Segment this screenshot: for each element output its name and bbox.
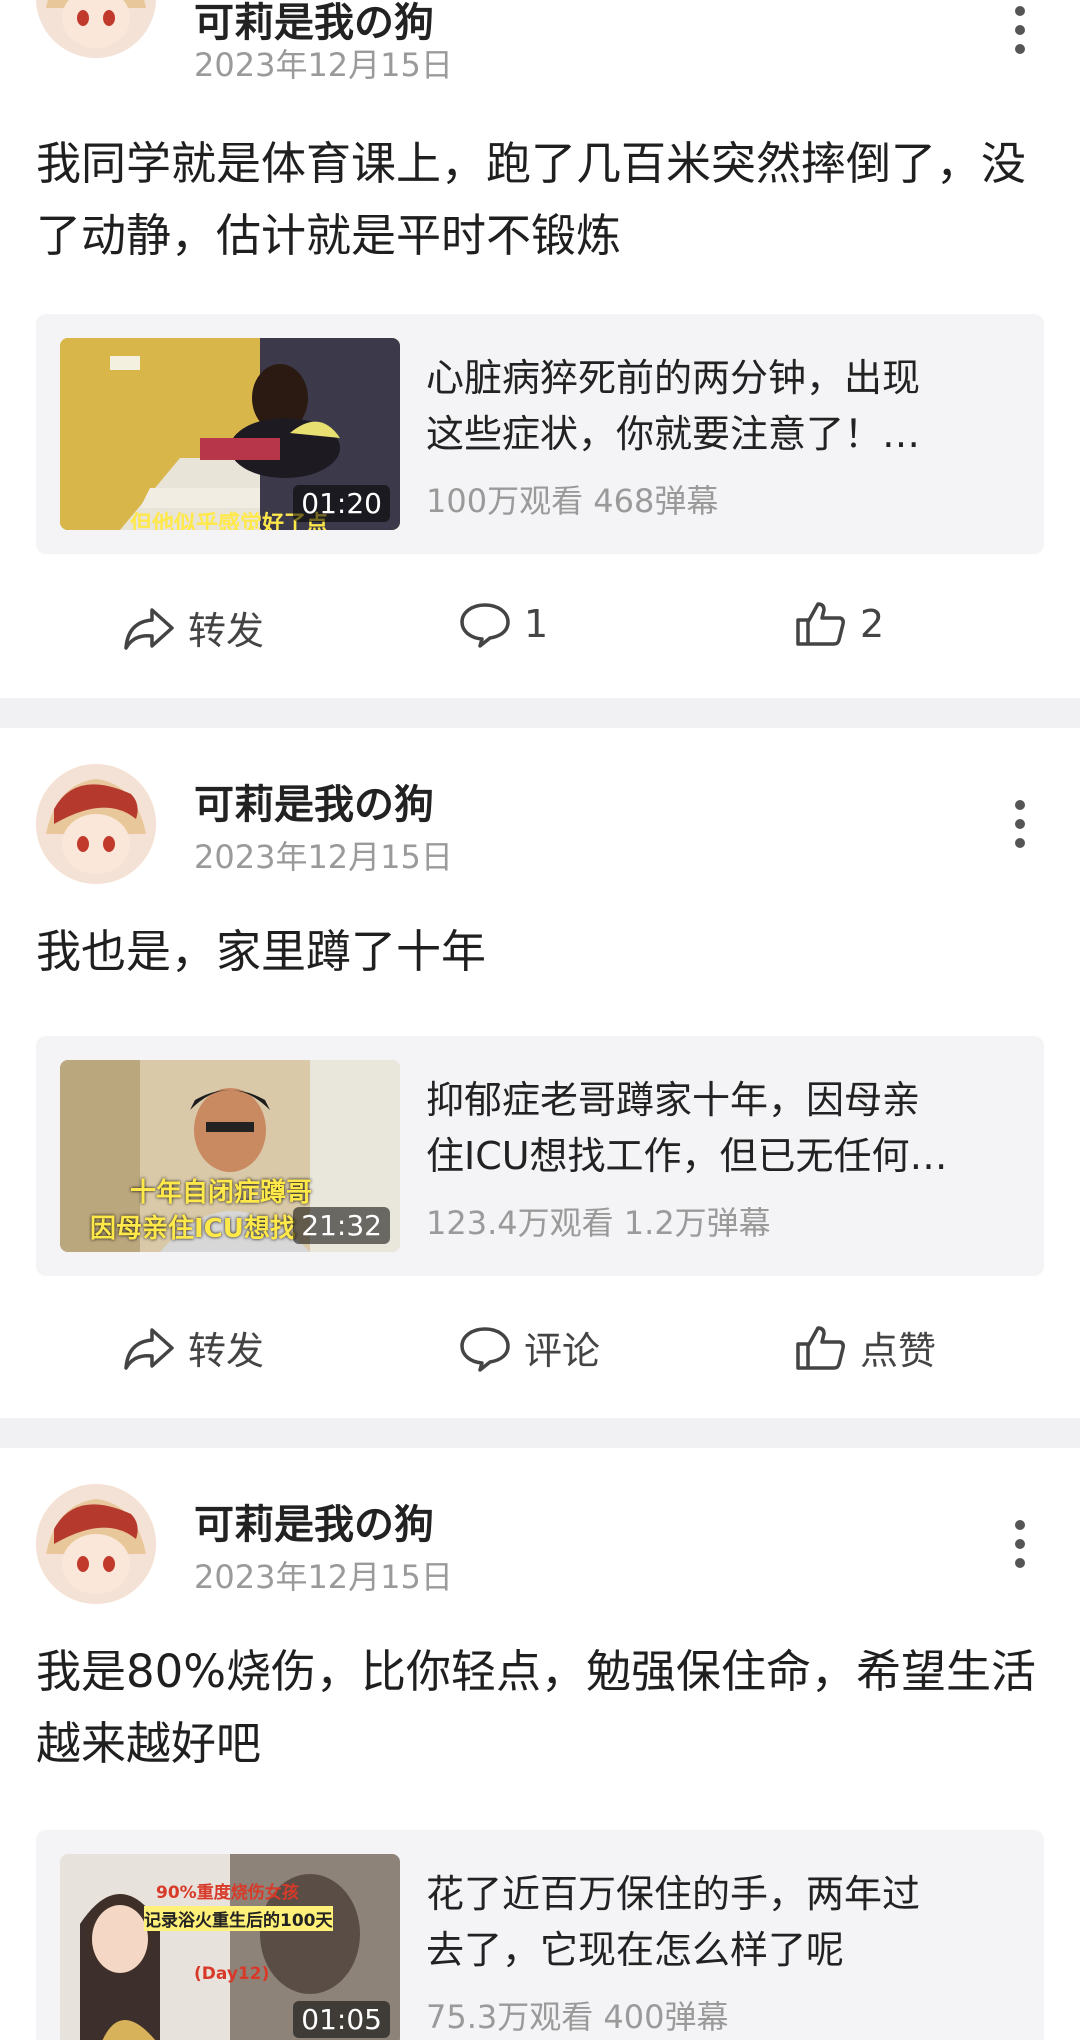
more-options-icon[interactable] xyxy=(1000,1520,1040,1568)
post-card: 可莉是我の狗 2023年12月15日 我同学就是体育课上，跑了几百米突然摔倒了，… xyxy=(0,0,1080,698)
video-card[interactable]: 十年自闭症蹲哥 因母亲住ICU想找 21:32 抑郁症老哥蹲家十年，因母亲 住I… xyxy=(36,1036,1044,1276)
like-label: 点赞 xyxy=(860,1329,937,1373)
video-title-line: 花了近百万保住的手，两年过 xyxy=(426,1872,921,1916)
comment-icon xyxy=(460,603,510,648)
video-title-line: 这些症状，你就要注意了！… xyxy=(426,412,921,456)
post-date: 2023年12月15日 xyxy=(194,46,453,84)
video-duration: 21:32 xyxy=(293,1207,390,1244)
share-button[interactable]: 转发 xyxy=(122,600,264,655)
comment-icon xyxy=(460,1326,510,1372)
comment-button[interactable]: 1 xyxy=(458,600,548,648)
username[interactable]: 可莉是我の狗 xyxy=(194,1492,434,1550)
video-stats: 100万观看 468弹幕 xyxy=(426,482,719,520)
post-divider xyxy=(0,1418,1080,1448)
video-duration: 01:05 xyxy=(293,2001,390,2038)
video-thumbnail[interactable]: 十年自闭症蹲哥 因母亲住ICU想找 21:32 xyxy=(60,1060,400,1252)
comment-label: 评论 xyxy=(524,1329,601,1373)
post-divider xyxy=(0,698,1080,728)
video-title-line: 住ICU想找工作，但已无任何… xyxy=(426,1134,948,1178)
video-caption: 90%重度烧伤女孩 xyxy=(156,1883,299,1903)
post-text: 我也是，家里蹲了十年 xyxy=(36,925,487,978)
video-stats: 75.3万观看 400弹幕 xyxy=(426,1998,729,2036)
post-card: 可莉是我の狗 2023年12月15日 我是80%烧伤，比你轻点，勉强保住命，希望… xyxy=(0,1448,1080,2040)
like-button[interactable]: 2 xyxy=(794,600,884,648)
video-caption: 十年自闭症蹲哥 xyxy=(130,1178,313,1208)
video-caption: (Day12) xyxy=(194,1964,270,1984)
like-count: 2 xyxy=(860,602,885,646)
post-date: 2023年12月15日 xyxy=(194,838,453,876)
share-icon xyxy=(124,1327,174,1370)
video-title[interactable]: 抑郁症老哥蹲家十年，因母亲 住ICU想找工作，但已无任何… xyxy=(426,1072,986,1184)
video-stats: 123.4万观看 1.2万弹幕 xyxy=(426,1204,771,1242)
video-card[interactable]: 90%重度烧伤女孩 记录浴火重生后的100天 (Day12) 01:05 花了近… xyxy=(36,1830,1044,2040)
video-caption: 记录浴火重生后的100天 xyxy=(144,1906,333,1931)
video-card[interactable]: 但他似乎感觉好了点 01:20 心脏病猝死前的两分钟，出现 这些症状，你就要注意… xyxy=(36,314,1044,554)
more-options-icon[interactable] xyxy=(1000,6,1040,54)
thumbs-up-icon xyxy=(796,602,845,646)
post-card: 可莉是我の狗 2023年12月15日 我也是，家里蹲了十年 十年自闭症蹲哥 因母… xyxy=(0,728,1080,1418)
video-title-line: 去了，它现在怎么样了呢 xyxy=(426,1928,845,1972)
post-text: 我同学就是体育课上，跑了几百米突然摔倒了，没了动静，估计就是平时不锻炼 xyxy=(36,137,1027,262)
video-thumbnail[interactable]: 但他似乎感觉好了点 01:20 xyxy=(60,338,400,530)
video-duration: 01:20 xyxy=(293,485,390,522)
post-date: 2023年12月15日 xyxy=(194,1558,453,1596)
thumbs-up-icon xyxy=(796,1325,845,1370)
avatar[interactable] xyxy=(36,1484,156,1604)
comment-button[interactable]: 评论 xyxy=(458,1320,600,1375)
share-button[interactable]: 转发 xyxy=(122,1320,264,1375)
post-text: 我是80%烧伤，比你轻点，勉强保住命，希望生活越来越好吧 xyxy=(36,1645,1037,1770)
share-icon xyxy=(124,607,174,650)
video-title-line: 心脏病猝死前的两分钟，出现 xyxy=(426,356,921,400)
more-options-icon[interactable] xyxy=(1000,800,1040,848)
share-label: 转发 xyxy=(188,1329,265,1373)
video-title-line: 抑郁症老哥蹲家十年，因母亲 xyxy=(426,1078,921,1122)
username[interactable]: 可莉是我の狗 xyxy=(194,772,434,830)
video-title[interactable]: 心脏病猝死前的两分钟，出现 这些症状，你就要注意了！… xyxy=(426,350,986,462)
avatar[interactable] xyxy=(36,0,156,58)
share-label: 转发 xyxy=(188,609,265,653)
video-thumbnail[interactable]: 90%重度烧伤女孩 记录浴火重生后的100天 (Day12) 01:05 xyxy=(60,1854,400,2040)
like-button[interactable]: 点赞 xyxy=(794,1320,936,1375)
video-title[interactable]: 花了近百万保住的手，两年过 去了，它现在怎么样了呢 xyxy=(426,1866,986,1978)
avatar[interactable] xyxy=(36,764,156,884)
comment-count: 1 xyxy=(524,602,549,646)
video-caption: 因母亲住ICU想找 xyxy=(90,1214,296,1244)
